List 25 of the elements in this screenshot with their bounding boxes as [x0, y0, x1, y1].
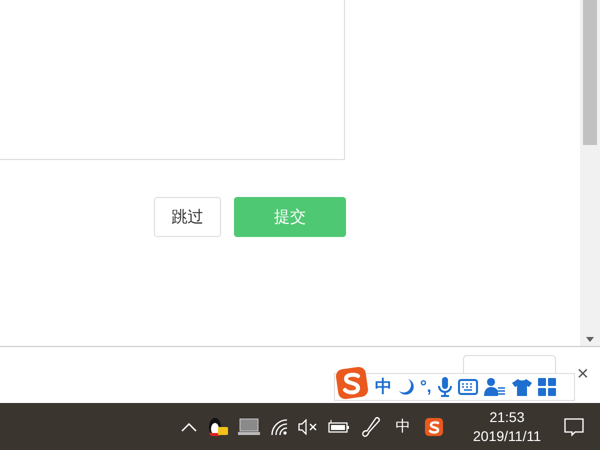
notification-icon[interactable]: [564, 416, 584, 436]
penguin-icon[interactable]: [208, 416, 228, 438]
moon-icon[interactable]: [398, 378, 414, 396]
grid-icon[interactable]: [538, 378, 556, 396]
shirt-icon[interactable]: [512, 378, 532, 396]
chevron-up-icon[interactable]: [180, 420, 198, 432]
muted-speaker-icon[interactable]: [298, 418, 318, 434]
keyboard-icon[interactable]: [458, 379, 478, 395]
ime-mode-toggle[interactable]: 中: [375, 377, 392, 397]
wifi-icon[interactable]: [270, 418, 288, 436]
scroll-thumb[interactable]: [583, 0, 597, 145]
close-icon[interactable]: ×: [577, 366, 589, 382]
punctuation-toggle[interactable]: °,: [420, 377, 432, 397]
scrollbar[interactable]: [580, 0, 600, 346]
scroll-down-icon[interactable]: [586, 337, 594, 342]
battery-icon[interactable]: [328, 420, 350, 434]
pen-icon[interactable]: [360, 416, 382, 438]
ime-logo-icon[interactable]: [424, 416, 444, 436]
input-indicator[interactable]: 中: [392, 417, 414, 436]
laptop-icon[interactable]: [238, 418, 260, 436]
microphone-icon[interactable]: [438, 377, 452, 397]
clock-time[interactable]: 21:53: [489, 408, 525, 426]
user-card-icon[interactable]: [484, 377, 506, 397]
clock-date[interactable]: 2019/11/11: [473, 426, 541, 446]
skip-button[interactable]: 跳过: [154, 197, 221, 237]
